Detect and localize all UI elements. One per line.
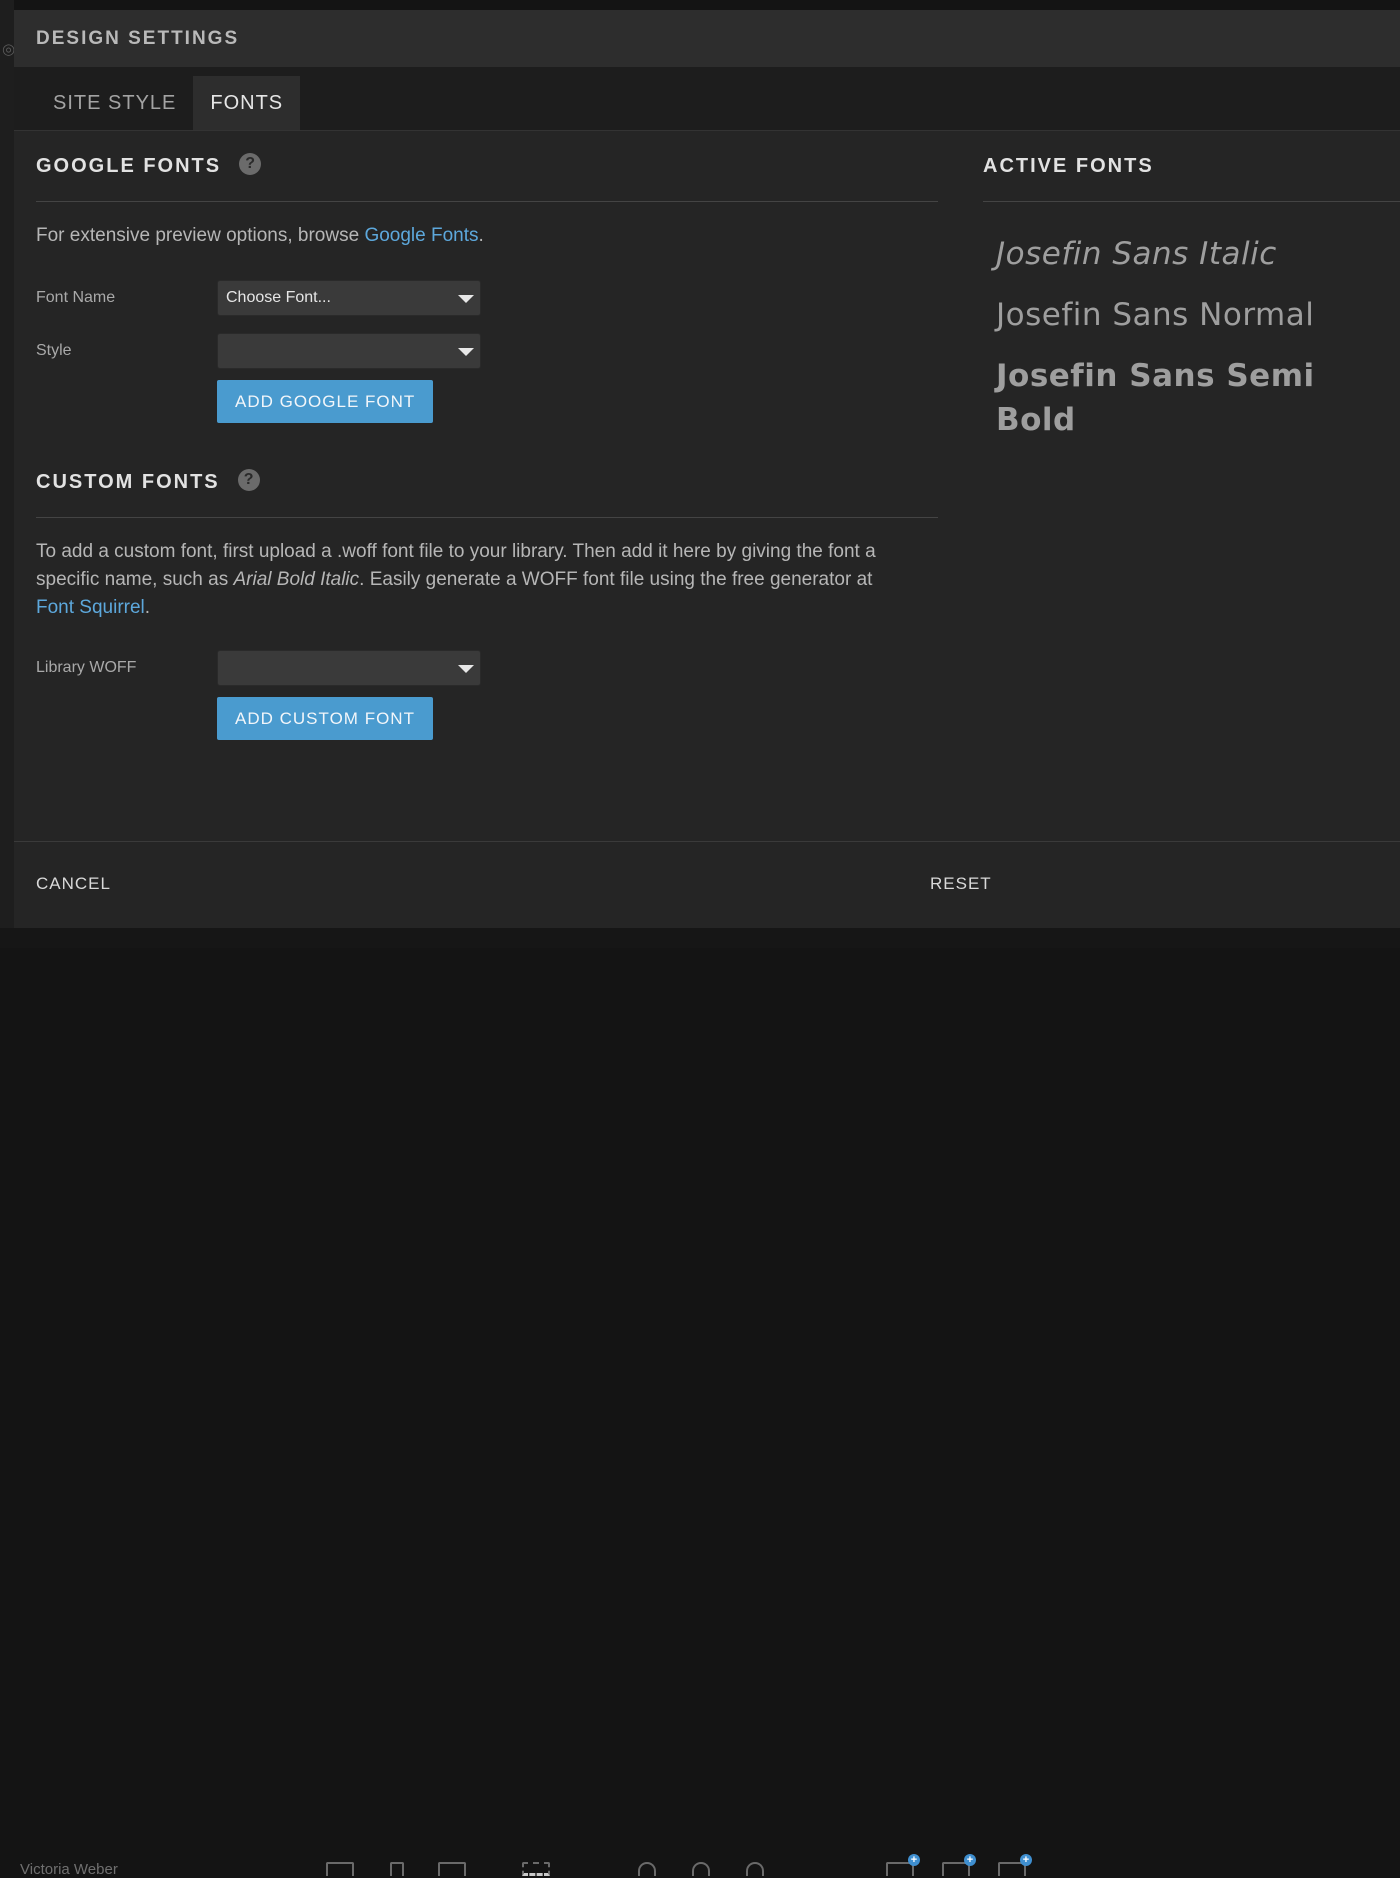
add-badge-icon: + (964, 1854, 976, 1866)
background-app-toolbar: Victoria Weber + + + (0, 928, 1400, 1878)
add-badge-icon: + (908, 1854, 920, 1866)
tab-site-style[interactable]: SITE STYLE (36, 76, 193, 130)
active-fonts-list: Josefin Sans Italic Josefin Sans Normal … (983, 202, 1400, 438)
dialog-header: DESIGN SETTINGS (14, 10, 1400, 67)
add-custom-font-wrap: ADD CUSTOM FONT (217, 697, 938, 740)
custom-fonts-title: CUSTOM FONTS (36, 471, 220, 493)
active-font-item[interactable]: Josefin Sans Italic (996, 232, 1400, 293)
zoom-out-icon (638, 1862, 656, 1876)
google-fonts-header: GOOGLE FONTS ? (36, 132, 938, 202)
library-woff-row: Library WOFF (36, 641, 938, 694)
add-badge-icon: + (1020, 1854, 1032, 1866)
add-custom-font-button[interactable]: ADD CUSTOM FONT (217, 697, 433, 740)
active-fonts-title: ACTIVE FONTS (983, 155, 1154, 177)
custom-fonts-header: CUSTOM FONTS ? (36, 448, 938, 518)
tab-bar: SITE STYLE FONTS (14, 67, 1400, 131)
chevron-down-icon (458, 347, 474, 356)
custom-fonts-description: To add a custom font, first upload a .wo… (36, 538, 896, 622)
font-squirrel-link[interactable]: Font Squirrel (36, 597, 145, 618)
font-name-label: Font Name (36, 288, 116, 306)
active-font-item[interactable]: Josefin Sans Normal (996, 293, 1400, 354)
google-fonts-title: GOOGLE FONTS (36, 155, 222, 177)
style-row: Style (36, 324, 938, 377)
chevron-down-icon (458, 294, 474, 303)
background-app-sidebar (0, 0, 14, 948)
style-select[interactable] (217, 332, 481, 369)
tab-fonts[interactable]: FONTS (193, 76, 301, 130)
help-icon[interactable]: ? (239, 152, 262, 175)
library-woff-select[interactable] (217, 649, 481, 686)
desc-text: . (478, 225, 484, 246)
google-fonts-description: For extensive preview options, browse Go… (36, 222, 938, 250)
zoom-in-icon (746, 1862, 764, 1876)
desktop-view-icon (326, 1862, 354, 1876)
google-fonts-link[interactable]: Google Fonts (364, 225, 478, 246)
background-user-name: Victoria Weber (20, 1861, 118, 1878)
add-google-font-button[interactable]: ADD GOOGLE FONT (217, 380, 434, 423)
font-name-row: Font Name Choose Font... (36, 271, 938, 324)
active-font-item[interactable]: Josefin Sans Semi Bold (996, 354, 1400, 438)
font-name-value: Choose Font... (226, 288, 331, 306)
tablet-view-icon (438, 1862, 466, 1876)
help-icon[interactable]: ? (237, 468, 260, 491)
dialog-content: GOOGLE FONTS ? For extensive preview opt… (36, 132, 1400, 840)
zoom-reset-icon (692, 1862, 710, 1876)
library-woff-label: Library WOFF (36, 658, 137, 676)
chevron-down-icon (458, 664, 474, 673)
desc-text: For extensive preview options, browse (36, 225, 365, 246)
desc-text: . (144, 597, 151, 618)
dialog-footer: CANCEL RESET (14, 841, 1400, 928)
active-fonts-header: ACTIVE FONTS (983, 132, 1400, 202)
active-fonts-column: ACTIVE FONTS Josefin Sans Italic Josefin… (983, 132, 1400, 438)
mobile-view-icon (390, 1862, 404, 1876)
style-label: Style (36, 341, 72, 359)
desc-text: . Easily generate a WOFF font file using… (359, 569, 873, 590)
select-area-icon (522, 1862, 550, 1876)
cancel-button[interactable]: CANCEL (36, 874, 111, 894)
fonts-config-column: GOOGLE FONTS ? For extensive preview opt… (36, 132, 938, 740)
reset-button[interactable]: RESET (930, 874, 992, 894)
dialog-title: DESIGN SETTINGS (36, 27, 240, 49)
desc-example: Arial Bold Italic (233, 569, 360, 590)
design-settings-dialog: DESIGN SETTINGS SITE STYLE FONTS GOOGLE … (14, 10, 1400, 928)
font-name-select[interactable]: Choose Font... (217, 279, 481, 316)
add-google-font-wrap: ADD GOOGLE FONT (217, 380, 938, 423)
